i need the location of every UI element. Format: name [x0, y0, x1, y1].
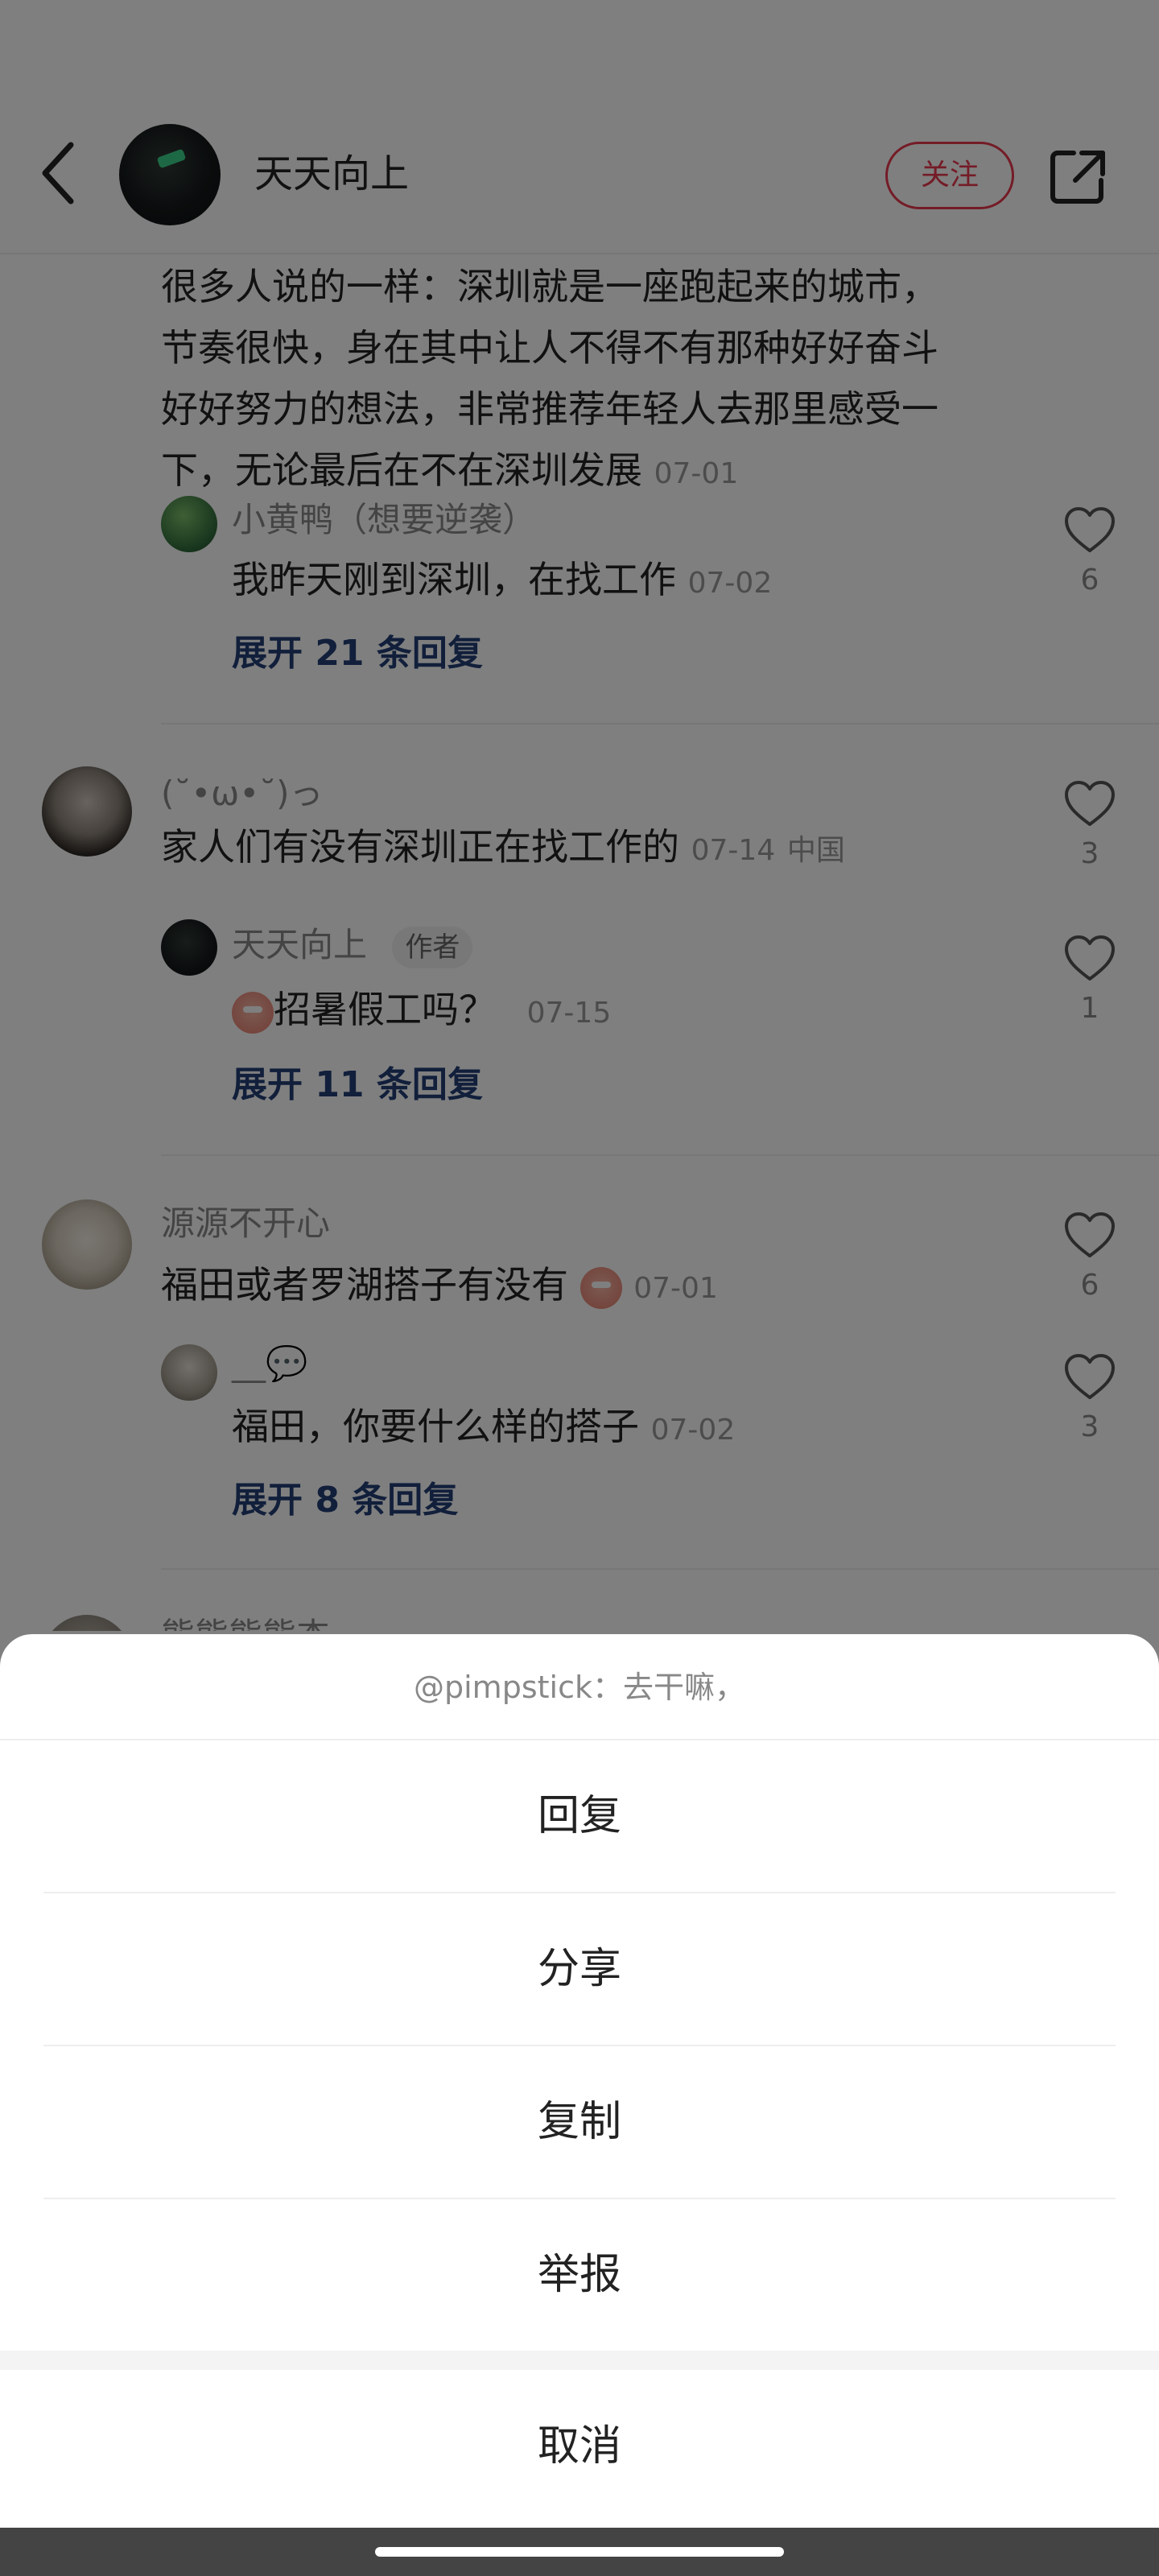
home-indicator[interactable] [375, 2547, 784, 2557]
cancel-button[interactable]: 取消 [0, 2370, 1159, 2523]
share-option[interactable]: 分享 [0, 1893, 1159, 2045]
action-sheet: @pimpstick：去干嘛， 回复 分享 复制 举报 取消 [0, 1634, 1159, 2536]
copy-option[interactable]: 复制 [0, 2046, 1159, 2198]
report-option[interactable]: 举报 [0, 2199, 1159, 2351]
reply-option[interactable]: 回复 [0, 1740, 1159, 1892]
action-sheet-title: @pimpstick：去干嘛， [0, 1634, 1159, 1740]
sheet-separator-gap [0, 2351, 1159, 2370]
comment-screen: 天天向上 关注 很多人说的一样：深圳就是一座跑起来的城市， 节奏很快，身在其中让… [0, 0, 1159, 2576]
